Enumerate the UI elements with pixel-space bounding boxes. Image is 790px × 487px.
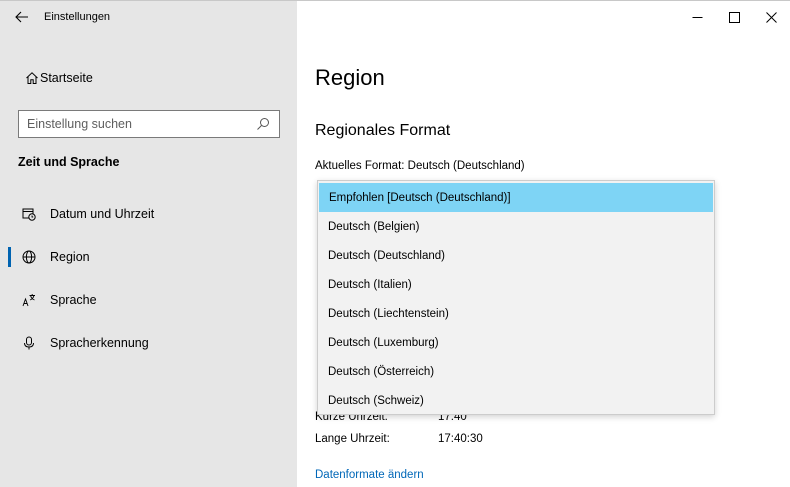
dropdown-option[interactable]: Deutsch (Luxemburg) [318,328,714,357]
dropdown-option[interactable]: Deutsch (Belgien) [318,212,714,241]
maximize-button[interactable] [716,1,753,33]
sidebar-item-sprache[interactable]: Sprache [0,280,297,320]
format-row-long-time: Lange Uhrzeit: 17:40:30 [315,433,483,445]
window-controls [679,1,790,33]
sidebar-item-label: Sprache [50,293,97,307]
calendar-clock-icon [0,207,52,221]
sidebar-item-spracherkennung[interactable]: Spracherkennung [0,323,297,363]
minimize-icon [692,16,703,18]
sidebar-item-label: Region [50,250,90,264]
settings-window: Einstellungen Startseite Zeit und Sprach… [0,0,790,487]
home-label: Startseite [40,71,93,85]
close-icon [766,11,777,23]
search-icon[interactable] [256,117,270,136]
sidebar: Einstellungen Startseite Zeit und Sprach… [0,1,297,487]
dropdown-option[interactable]: Deutsch (Liechtenstein) [318,299,714,328]
search-box[interactable] [18,110,280,138]
dropdown-option[interactable]: Deutsch (Österreich) [318,357,714,386]
regional-format-dropdown-list: Empfohlen [Deutsch (Deutschland)] Deutsc… [317,180,715,415]
close-button[interactable] [753,1,790,33]
sidebar-item-region[interactable]: Region [0,237,297,277]
change-data-formats-link[interactable]: Datenformate ändern [315,469,424,481]
titlebar: Einstellungen [0,1,297,33]
section-heading: Regionales Format [315,122,451,139]
language-icon [0,293,52,307]
sidebar-item-label: Datum und Uhrzeit [50,207,155,221]
dropdown-option[interactable]: Deutsch (Schweiz) [318,386,714,415]
dropdown-option[interactable]: Deutsch (Italien) [318,270,714,299]
sidebar-item-datum-und-uhrzeit[interactable]: Datum und Uhrzeit [0,194,297,234]
minimize-button[interactable] [679,1,716,33]
format-value: 17:40:30 [438,433,483,445]
app-title: Einstellungen [44,11,111,23]
dropdown-option[interactable]: Deutsch (Deutschland) [318,241,714,270]
sidebar-item-home[interactable]: Startseite [0,63,297,93]
section-title: Zeit und Sprache [18,155,120,169]
back-arrow-icon [15,11,28,23]
current-format-label: Aktuelles Format: Deutsch (Deutschland) [315,160,525,172]
back-button[interactable] [0,1,44,33]
page-title: Region [315,65,385,90]
microphone-icon [0,336,52,350]
maximize-icon [729,11,740,23]
dropdown-option[interactable]: Empfohlen [Deutsch (Deutschland)] [319,183,713,212]
format-key: Lange Uhrzeit: [315,433,390,445]
sidebar-item-label: Spracherkennung [50,336,149,350]
search-input[interactable] [27,117,247,131]
globe-icon [0,250,52,264]
